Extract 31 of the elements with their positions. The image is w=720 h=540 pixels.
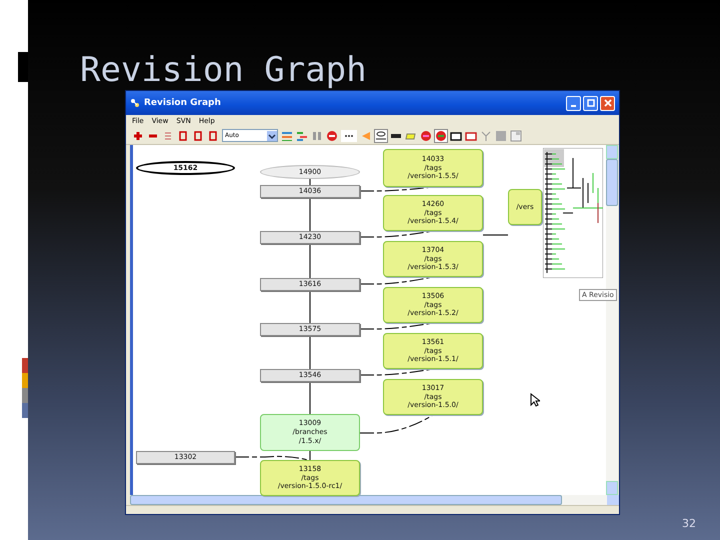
slide-decoration-bars [22, 358, 28, 418]
scroll-thumb[interactable] [606, 159, 618, 206]
window-title: Revision Graph [144, 98, 222, 108]
no-entry-icon[interactable] [420, 130, 432, 142]
maximize-icon [586, 98, 596, 108]
caret-icon [267, 130, 277, 140]
close-icon [602, 98, 612, 108]
square-icon[interactable] [207, 130, 219, 142]
close-button[interactable] [600, 96, 615, 110]
graph-icon [130, 98, 140, 108]
square-icon[interactable] [177, 130, 189, 142]
slide-title: Revision Graph [80, 50, 367, 90]
page-number: 32 [682, 517, 696, 530]
columns-icon[interactable] [311, 130, 323, 142]
more-button[interactable] [341, 130, 357, 142]
card-icon[interactable] [450, 130, 462, 142]
connector-line [482, 234, 508, 236]
node-icon[interactable] [375, 130, 387, 142]
plus-icon[interactable] [132, 130, 144, 142]
layout-icon[interactable] [281, 130, 293, 142]
square-icon[interactable] [192, 130, 204, 142]
layout-icon[interactable] [296, 130, 308, 142]
maximize-button[interactable] [583, 96, 598, 110]
pointer-icon [530, 393, 540, 407]
no-entry-icon[interactable] [326, 130, 338, 142]
stack-icon[interactable] [162, 130, 174, 142]
minimize-icon [571, 105, 576, 107]
filter-icon[interactable] [480, 130, 492, 142]
window-icon[interactable] [510, 130, 522, 142]
minimize-button[interactable] [566, 96, 581, 110]
no-entry-icon[interactable] [435, 130, 447, 142]
